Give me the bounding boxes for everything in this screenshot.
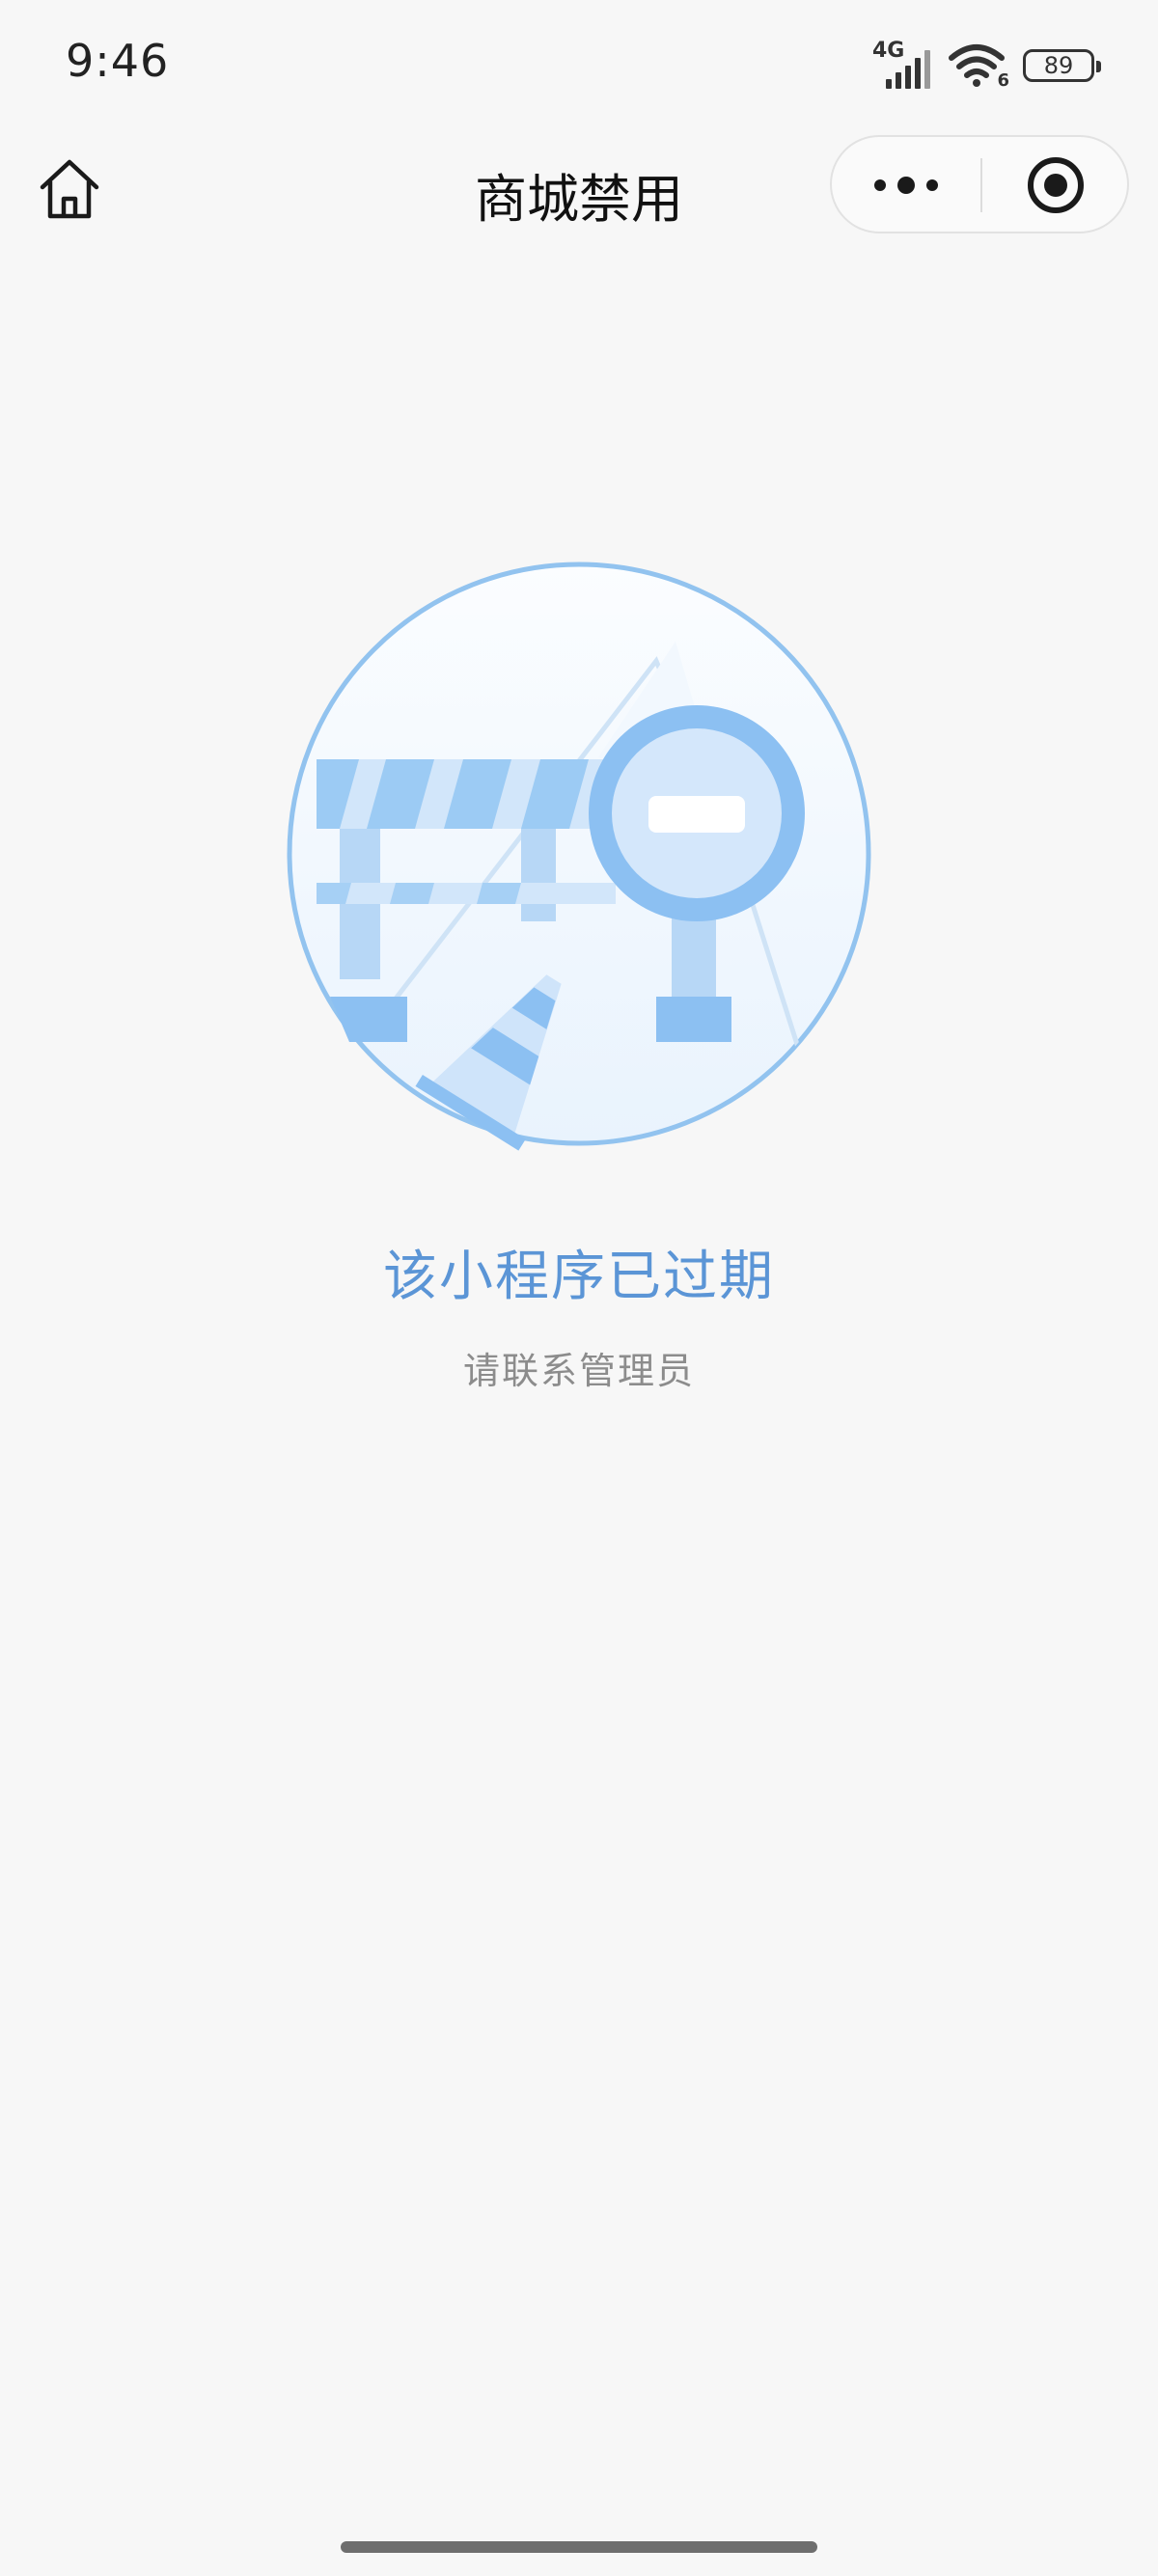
nav-bar: 商城禁用	[0, 135, 1158, 260]
battery-icon: 89	[1023, 49, 1101, 82]
wifi-badge: 6	[997, 70, 1009, 91]
status-icons: 4G 6 89	[872, 39, 1101, 93]
network-type-label: 4G	[872, 39, 905, 63]
status-bar: 9:46 4G 6 89	[0, 0, 1158, 135]
home-indicator[interactable]	[341, 2541, 817, 2553]
expired-title: 该小程序已过期	[383, 1246, 775, 1308]
status-time: 9:46	[66, 35, 170, 87]
close-button[interactable]	[982, 137, 1129, 233]
battery-level: 89	[1043, 52, 1074, 79]
contact-admin-text: 请联系管理员	[462, 1350, 695, 1392]
cellular-signal-icon: 4G	[872, 39, 934, 91]
capsule-menu	[830, 135, 1129, 233]
more-dots-icon	[874, 177, 938, 194]
expired-illustration	[280, 555, 878, 1153]
close-target-icon	[1028, 157, 1084, 213]
more-button[interactable]	[832, 137, 980, 233]
wifi-icon: 6	[948, 41, 1009, 91]
